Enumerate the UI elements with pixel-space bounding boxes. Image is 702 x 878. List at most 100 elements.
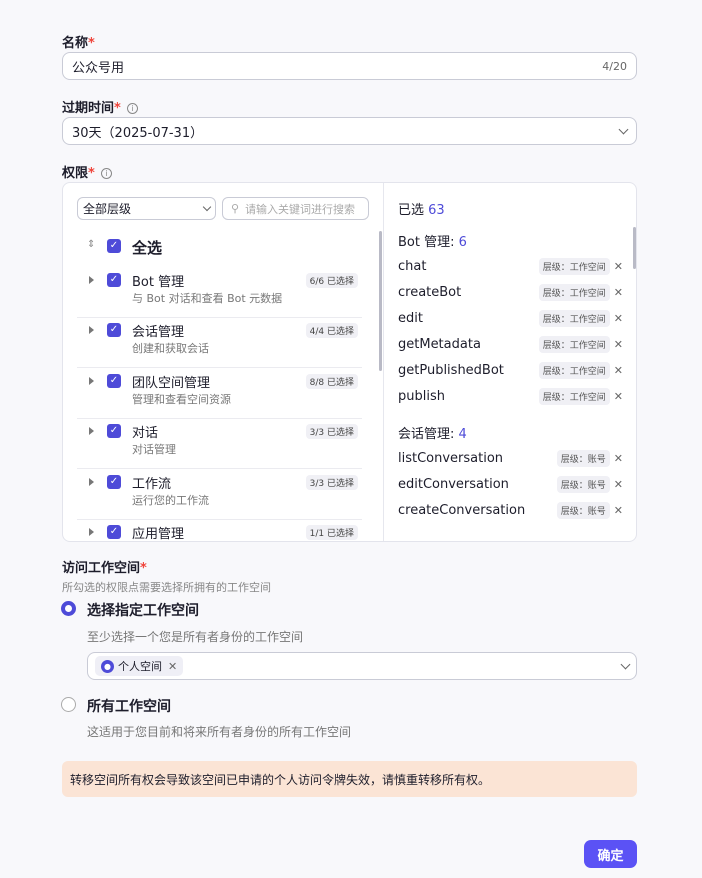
workspace-desc: 所勾选的权限点需要选择所拥有的工作空间 <box>62 581 271 594</box>
remove-chip-icon[interactable]: ✕ <box>168 660 177 673</box>
selected-item: createBot 层级：工作空间 ✕ <box>398 282 623 302</box>
chip-label: 个人空间 <box>118 660 162 673</box>
permission-name: chat <box>398 258 427 274</box>
remove-icon[interactable]: ✕ <box>614 452 623 465</box>
level-tag: 层级：工作空间 <box>538 257 610 275</box>
level-tag: 层级：工作空间 <box>538 283 610 301</box>
level-filter-select[interactable]: 全部层级 <box>77 197 216 220</box>
info-icon[interactable]: i <box>126 103 138 114</box>
left-scrollbar[interactable] <box>379 231 382 371</box>
remove-icon[interactable]: ✕ <box>614 390 623 403</box>
option-all-label: 所有工作空间 <box>87 699 171 715</box>
expand-icon[interactable] <box>89 326 94 335</box>
workspace-select[interactable]: ● 个人空间 ✕ <box>87 652 637 680</box>
chevron-down-icon <box>202 202 212 211</box>
selected-item: listConversation 层级：账号 ✕ <box>398 448 623 468</box>
search-placeholder: 请输入关键词进行搜索 <box>245 202 356 216</box>
char-counter: 4/20 <box>602 59 627 73</box>
expand-icon[interactable] <box>89 427 94 436</box>
remove-icon[interactable]: ✕ <box>614 364 623 377</box>
chevron-down-icon <box>618 124 629 134</box>
group-desc: 创建和获取会话 <box>132 342 209 356</box>
confirm-button[interactable]: 确定 <box>584 840 637 868</box>
level-tag: 层级：工作空间 <box>538 361 610 379</box>
permission-name: createConversation <box>398 502 526 518</box>
group-title: 应用管理 <box>132 527 185 542</box>
group-title: 会话管理 <box>132 325 185 341</box>
selected-item: publish 层级：工作空间 ✕ <box>398 386 623 406</box>
remove-icon[interactable]: ✕ <box>614 338 623 351</box>
permission-name: publish <box>398 388 445 404</box>
permission-group[interactable]: ✓ 工作流 运行您的工作流 3/3 已选择 <box>77 470 362 520</box>
warning-banner: 转移空间所有权会导致该空间已申请的个人访问令牌失效，请慎重转移所有权。 <box>62 761 637 797</box>
level-tag: 层级：工作空间 <box>538 387 610 405</box>
permission-group[interactable]: ✓ 会话管理 创建和获取会话 4/4 已选择 <box>77 318 362 369</box>
level-tag: 层级：工作空间 <box>538 309 610 327</box>
group-checkbox[interactable]: ✓ <box>107 273 121 287</box>
group-desc: 管理和查看空间资源 <box>132 392 231 406</box>
group-checkbox[interactable]: ✓ <box>107 323 121 338</box>
expand-icon[interactable] <box>89 276 94 284</box>
permission-group[interactable]: ✓ 应用管理 1/1 已选择 <box>77 520 362 542</box>
name-label: 名称* <box>62 36 95 51</box>
selected-item: getMetadata 层级：工作空间 ✕ <box>398 334 623 354</box>
option-specific-label: 选择指定工作空间 <box>87 603 199 619</box>
selected-item: getPublishedBot 层级：工作空间 ✕ <box>398 360 623 380</box>
expiry-select[interactable]: 30天（2025-07-31） <box>62 117 637 145</box>
group-badge: 6/6 已选择 <box>305 273 358 288</box>
permission-name: getPublishedBot <box>398 362 504 378</box>
expiry-value: 30天（2025-07-31） <box>72 125 204 141</box>
group-checkbox[interactable]: ✓ <box>107 373 121 388</box>
radio-all-workspaces[interactable] <box>61 697 76 712</box>
group-checkbox[interactable]: ✓ <box>107 525 121 539</box>
remove-icon[interactable]: ✕ <box>614 504 623 517</box>
permission-name: getMetadata <box>398 336 481 352</box>
collapse-icon[interactable]: ⇕ <box>87 239 95 250</box>
permission-group[interactable]: ✓ 团队空间管理 管理和查看空间资源 8/8 已选择 <box>77 369 362 419</box>
level-tag: 层级：账号 <box>556 475 610 493</box>
expand-icon[interactable] <box>89 376 94 385</box>
group-desc: 与 Bot 对话和查看 Bot 元数据 <box>132 292 283 305</box>
selected-section-title: 会话管理: 4 <box>398 427 467 442</box>
remove-icon[interactable]: ✕ <box>614 260 623 273</box>
permission-name: editConversation <box>398 476 509 492</box>
level-tag: 层级：账号 <box>556 501 610 519</box>
name-input[interactable]: 公众号用 4/20 <box>62 52 637 80</box>
permission-name: createBot <box>398 284 462 300</box>
level-tag: 层级：工作空间 <box>538 335 610 353</box>
expand-icon[interactable] <box>89 528 94 536</box>
expand-icon[interactable] <box>89 477 94 486</box>
group-badge: 8/8 已选择 <box>305 373 358 389</box>
level-filter-value: 全部层级 <box>83 202 132 216</box>
right-scrollbar[interactable] <box>633 227 636 269</box>
remove-icon[interactable]: ✕ <box>614 286 623 299</box>
search-input[interactable]: ⚲ 请输入关键词进行搜索 <box>222 197 369 220</box>
option-specific-hint: 至少选择一个您是所有者身份的工作空间 <box>87 630 304 644</box>
select-all-checkbox[interactable]: ✓ <box>107 239 121 253</box>
group-title: Bot 管理 <box>132 275 185 290</box>
remove-icon[interactable]: ✕ <box>614 312 623 325</box>
remove-icon[interactable]: ✕ <box>614 478 623 491</box>
permission-name: listConversation <box>398 450 504 466</box>
selected-item: edit 层级：工作空间 ✕ <box>398 308 623 328</box>
search-icon: ⚲ <box>231 202 240 215</box>
group-title: 工作流 <box>132 476 172 492</box>
group-badge: 3/3 已选择 <box>305 474 358 490</box>
group-checkbox[interactable]: ✓ <box>107 424 121 439</box>
group-title: 团队空间管理 <box>132 375 211 391</box>
group-badge: 4/4 已选择 <box>305 323 358 339</box>
permission-name: edit <box>398 310 423 326</box>
selected-section-title: Bot 管理: 6 <box>398 235 467 250</box>
group-desc: 对话管理 <box>132 443 176 457</box>
permission-group[interactable]: ✓ 对话 对话管理 3/3 已选择 <box>77 419 362 470</box>
permission-group[interactable]: ✓ Bot 管理 与 Bot 对话和查看 Bot 元数据 6/6 已选择 <box>77 268 362 318</box>
info-icon[interactable]: i <box>100 168 112 179</box>
group-checkbox[interactable]: ✓ <box>107 474 121 489</box>
permissions-panel: 全部层级 ⚲ 请输入关键词进行搜索 ⇕ ✓ 全选 ✓ Bot 管理 与 Bot 对… <box>62 182 637 542</box>
chevron-down-icon <box>620 659 631 669</box>
select-all-label: 全选 <box>132 239 163 257</box>
warning-text: 转移空间所有权会导致该空间已申请的个人访问令牌失效，请慎重转移所有权。 <box>70 773 491 787</box>
group-desc: 运行您的工作流 <box>132 493 209 507</box>
selected-item: createConversation 层级：账号 ✕ <box>398 500 623 520</box>
radio-specific-workspace[interactable] <box>61 601 76 616</box>
